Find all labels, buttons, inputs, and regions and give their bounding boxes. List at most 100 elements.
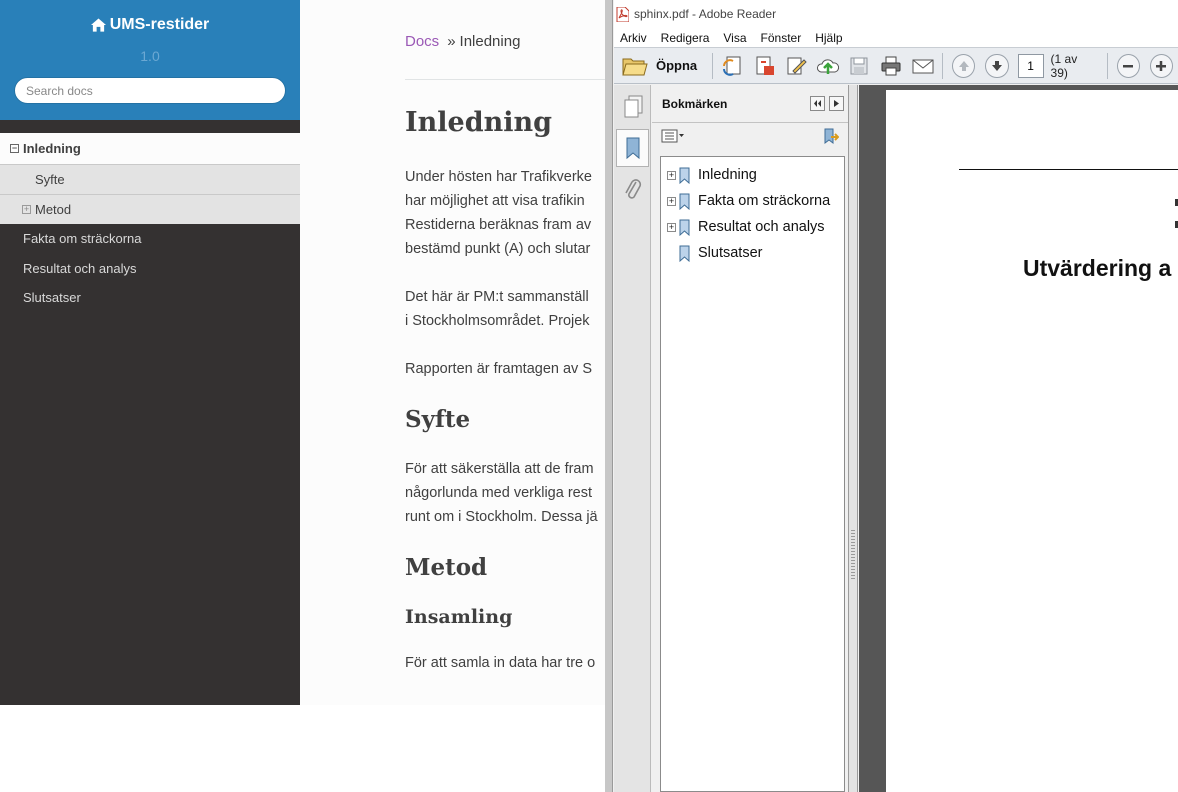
zoom-in-button[interactable] [1149, 53, 1173, 78]
breadcrumb-docs-link[interactable]: Docs [405, 33, 439, 50]
toc-item-label: Inledning [23, 141, 81, 156]
text-line: Restiderna beräknas fram av [405, 217, 592, 233]
expand-icon[interactable]: + [667, 196, 676, 206]
menu-visa[interactable]: Visa [723, 31, 746, 45]
pdf-file-icon [616, 6, 629, 22]
toc-item-label: Resultat och analys [23, 260, 137, 276]
panel-options-button[interactable] [829, 96, 844, 111]
bookmarks-panel: Bokmärken + Inledning + Fakta om sträcko… [652, 85, 849, 792]
text-line: har möjlighet att visa trafikin [405, 193, 585, 209]
expand-icon[interactable]: + [667, 222, 676, 232]
bookmarks-tab[interactable] [616, 129, 649, 167]
collapse-icon[interactable]: − [10, 144, 19, 153]
pdf-export-icon [756, 56, 774, 75]
email-button[interactable] [907, 51, 939, 81]
bookmarks-panel-header: Bokmärken [652, 85, 848, 123]
toc-item-syfte[interactable]: Syfte [0, 164, 300, 194]
page-number-input[interactable] [1017, 53, 1044, 78]
header-rule [959, 169, 1178, 170]
bookmark-label: Inledning [698, 167, 757, 183]
bookmark-icon [679, 193, 690, 210]
bookmark-slutsatser[interactable]: Slutsatser [661, 240, 844, 266]
search-docs-input[interactable] [14, 77, 286, 104]
menu-fonster[interactable]: Fönster [761, 31, 802, 45]
print-button[interactable] [875, 51, 907, 81]
text-line: För att säkerställa att de fram [405, 461, 594, 477]
docs-sidebar: UMS-restider 1.0 − Inledning Syfte + Met… [0, 0, 300, 705]
minus-icon [1123, 64, 1134, 67]
page-title: Inledning [405, 107, 552, 138]
arrow-up-icon [958, 60, 969, 71]
document-sync-icon [722, 56, 741, 76]
plus-icon [1156, 60, 1167, 71]
title-bar[interactable]: sphinx.pdf - Adobe Reader [614, 0, 1178, 28]
edit-button[interactable] [780, 51, 812, 81]
list-options-icon [661, 129, 684, 143]
double-chevron-left-icon [814, 100, 821, 107]
heading-metod: Metod [405, 554, 488, 581]
floppy-disk-icon [850, 57, 868, 74]
cloud-upload-icon [816, 58, 839, 74]
bookmark-icon [679, 245, 690, 262]
toc-item-fakta[interactable]: Fakta om sträckorna [0, 224, 300, 254]
toc-item-metod[interactable]: + Metod [0, 194, 300, 224]
project-name: UMS-restider [109, 16, 210, 33]
expand-bookmark-button[interactable] [822, 128, 848, 150]
text-line: i Stockholmsområdet. Projek [405, 313, 590, 329]
text-line: Det här är PM:t sammanställ [405, 289, 589, 305]
window-border[interactable] [605, 0, 613, 792]
intro-paragraph: Under hösten har Trafikverke har möjligh… [405, 165, 592, 261]
collapse-panel-button[interactable] [810, 96, 825, 111]
heading-insamling: Insamling [405, 606, 513, 628]
text-line: Rapporten är framtagen av S [405, 361, 592, 377]
bookmark-icon [679, 219, 690, 236]
splitter-grip[interactable] [851, 530, 855, 580]
toc-item-inledning[interactable]: − Inledning [0, 133, 300, 164]
expand-icon[interactable]: + [22, 205, 31, 214]
open-button[interactable]: Öppna [614, 51, 708, 81]
toc-item-label: Fakta om sträckorna [23, 231, 142, 247]
toolbar: Öppna (1 av 39) [614, 47, 1178, 84]
toc-item-label: Syfte [35, 172, 65, 187]
folder-icon [622, 58, 648, 75]
toolbar-separator [712, 52, 714, 79]
bookmark-fakta[interactable]: + Fakta om sträckorna [661, 188, 844, 214]
bookmark-inledning[interactable]: + Inledning [661, 162, 844, 188]
paperclip-icon [624, 179, 641, 199]
toc-item-slutsatser[interactable]: Slutsatser [0, 283, 300, 313]
bookmark-resultat[interactable]: + Resultat och analys [661, 214, 844, 240]
menu-redigera[interactable]: Redigera [661, 31, 710, 45]
menu-hjalp[interactable]: Hjälp [815, 31, 842, 45]
next-page-button[interactable] [985, 53, 1009, 78]
author-paragraph: Rapporten är framtagen av S [405, 357, 592, 381]
bookmark-label: Slutsatser [698, 245, 763, 261]
toc-menu: − Inledning Syfte + Metod Fakta om sträc… [0, 133, 300, 313]
create-pdf-button[interactable] [717, 51, 749, 81]
page-count: (1 av 39) [1050, 51, 1078, 80]
attachments-tab[interactable] [616, 170, 649, 208]
bookmark-options-dropdown[interactable] [661, 129, 685, 148]
save-button[interactable] [844, 51, 876, 81]
breadcrumb-divider [405, 79, 605, 80]
adobe-reader-window: sphinx.pdf - Adobe Reader Arkiv Redigera… [605, 0, 1178, 792]
pdf-document-title: Utvärdering a [1023, 255, 1172, 281]
pages-icon [624, 95, 642, 118]
zoom-out-button[interactable] [1116, 53, 1140, 78]
export-pdf-button[interactable] [749, 51, 781, 81]
menu-arkiv[interactable]: Arkiv [620, 31, 647, 45]
project-home-link[interactable]: UMS-restider [90, 16, 210, 34]
breadcrumb-current: Inledning [459, 33, 521, 50]
bookmark-icon [679, 167, 690, 184]
breadcrumb-separator: » [447, 33, 456, 50]
upload-button[interactable] [812, 51, 844, 81]
page-thumbnails-tab[interactable] [616, 88, 649, 126]
bookmark-label: Fakta om sträckorna [698, 193, 831, 209]
pane-splitter[interactable] [849, 85, 858, 792]
document-viewport[interactable]: Utvärdering a [859, 85, 1178, 792]
bookmarks-panel-title: Bokmärken [662, 96, 728, 111]
docs-window: UMS-restider 1.0 − Inledning Syfte + Met… [0, 0, 605, 705]
toc-item-resultat[interactable]: Resultat och analys [0, 254, 300, 284]
expand-icon[interactable]: + [667, 170, 676, 180]
printer-icon [881, 56, 901, 75]
previous-page-button[interactable] [952, 53, 976, 78]
